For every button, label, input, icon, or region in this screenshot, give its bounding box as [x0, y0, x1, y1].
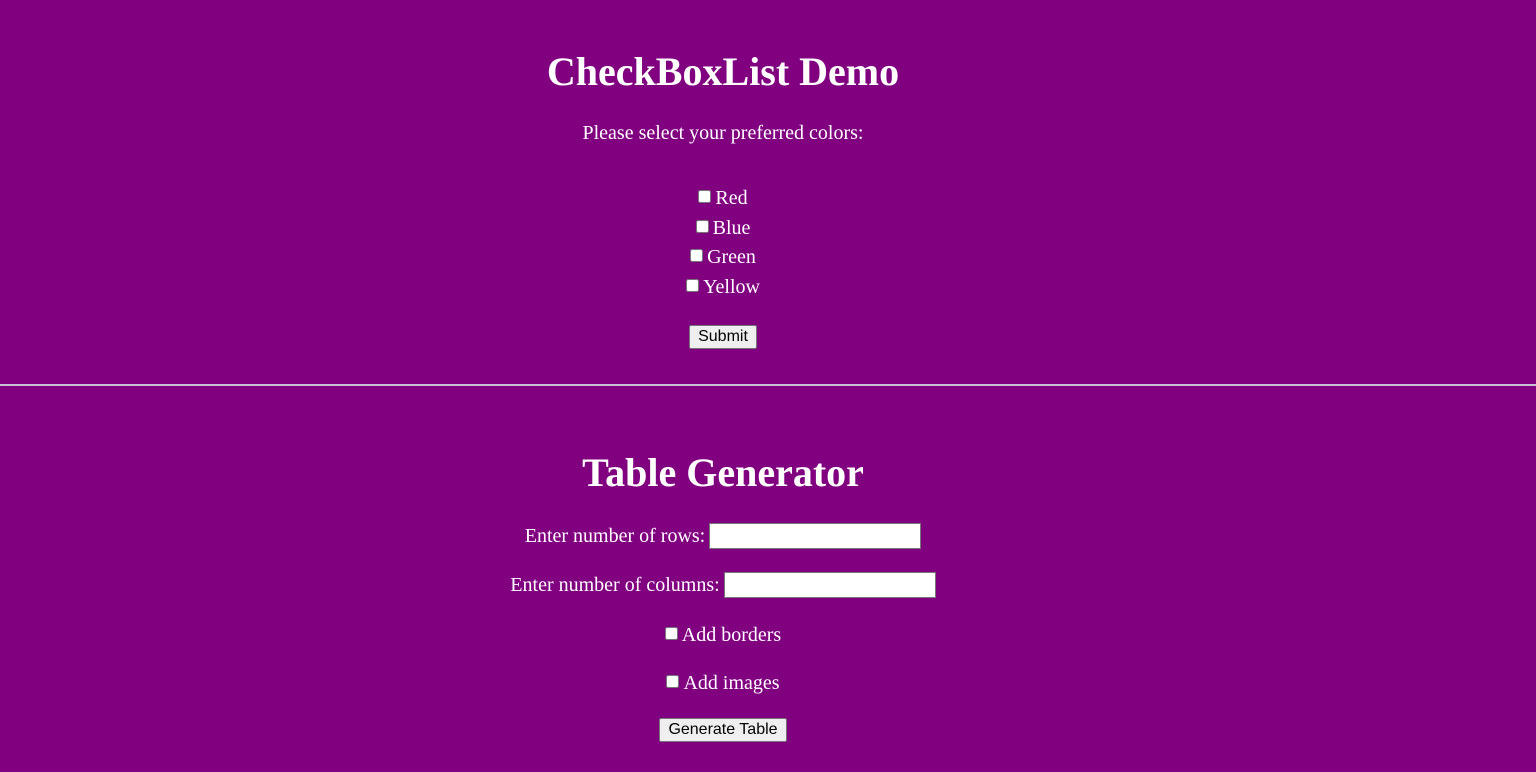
color-option-yellow[interactable]: Yellow [0, 275, 1446, 299]
add-borders-label: Add borders [681, 624, 782, 646]
generate-row: Generate Table [0, 718, 1446, 742]
color-option-green[interactable]: Green [0, 245, 1446, 269]
color-option-label: Yellow [703, 276, 760, 298]
rows-input[interactable] [709, 523, 922, 549]
color-checkbox-red[interactable] [698, 190, 712, 203]
color-prompt: Please select your preferred colors: [582, 122, 864, 144]
section-divider [0, 384, 1536, 386]
rows-label: Enter number of rows: [524, 525, 706, 547]
submit-button[interactable]: Submit [689, 325, 757, 349]
rows-row: Enter number of rows: [0, 523, 1446, 549]
checkbox-section-title: CheckBoxList Demo [546, 49, 900, 94]
add-borders-checkbox[interactable] [664, 627, 678, 640]
add-images-label: Add images [683, 672, 780, 694]
color-option-red[interactable]: Red [0, 186, 1446, 210]
columns-label: Enter number of columns: [510, 574, 720, 596]
add-borders-option[interactable]: Add borders [0, 623, 1446, 647]
columns-input[interactable] [723, 572, 936, 598]
add-images-option[interactable]: Add images [0, 671, 1446, 695]
columns-row: Enter number of columns: [0, 572, 1446, 598]
color-option-label: Green [707, 246, 756, 268]
submit-row: Submit [0, 325, 1446, 349]
color-checkbox-yellow[interactable] [686, 279, 700, 292]
add-images-checkbox[interactable] [666, 675, 680, 688]
color-option-label: Blue [712, 217, 751, 239]
color-checkbox-green[interactable] [690, 249, 704, 262]
color-option-label: Red [715, 187, 748, 209]
color-option-blue[interactable]: Blue [0, 216, 1446, 240]
color-checkbox-blue[interactable] [695, 220, 709, 233]
generate-table-button[interactable]: Generate Table [659, 718, 787, 742]
table-section-title: Table Generator [582, 450, 864, 495]
